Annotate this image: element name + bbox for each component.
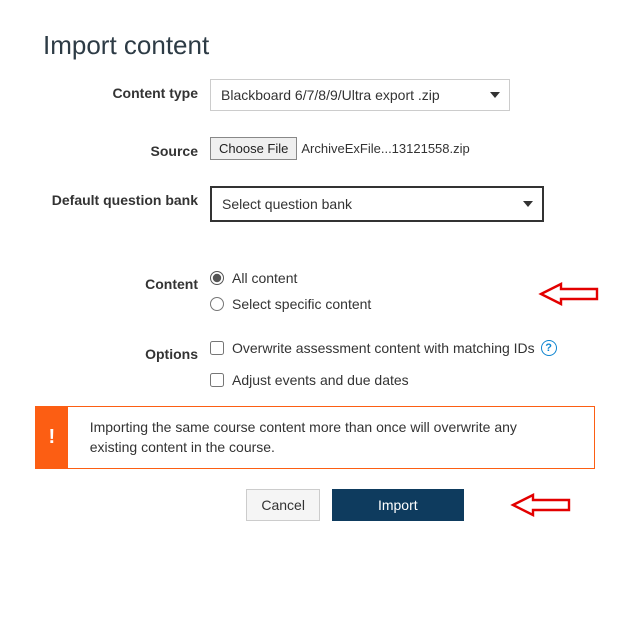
content-type-select[interactable]: Blackboard 6/7/8/9/Ultra export .zip	[210, 79, 510, 111]
all-content-radio[interactable]	[210, 271, 224, 285]
question-bank-label: Default question bank	[35, 186, 210, 208]
select-specific-content-radio[interactable]	[210, 297, 224, 311]
overwrite-assessment-checkbox[interactable]	[210, 341, 224, 355]
content-type-label: Content type	[35, 79, 210, 101]
all-content-label: All content	[232, 270, 297, 286]
question-bank-select[interactable]: Select question bank	[210, 186, 544, 222]
cancel-button[interactable]: Cancel	[246, 489, 320, 521]
import-button[interactable]: Import	[332, 489, 464, 521]
page-title: Import content	[43, 30, 595, 61]
warning-icon: !	[36, 407, 68, 468]
annotation-arrow-icon	[507, 491, 575, 519]
select-specific-content-label: Select specific content	[232, 296, 371, 312]
options-label: Options	[35, 340, 210, 362]
adjust-events-label: Adjust events and due dates	[232, 372, 409, 388]
warning-text: Importing the same course content more t…	[68, 407, 594, 468]
source-file-name: ArchiveExFile...13121558.zip	[301, 141, 469, 156]
source-label: Source	[35, 137, 210, 159]
warning-alert: ! Importing the same course content more…	[35, 406, 595, 469]
adjust-events-checkbox[interactable]	[210, 373, 224, 387]
content-label: Content	[35, 270, 210, 292]
overwrite-assessment-label: Overwrite assessment content with matchi…	[232, 340, 535, 356]
help-icon[interactable]: ?	[541, 340, 557, 356]
choose-file-button[interactable]: Choose File	[210, 137, 297, 160]
